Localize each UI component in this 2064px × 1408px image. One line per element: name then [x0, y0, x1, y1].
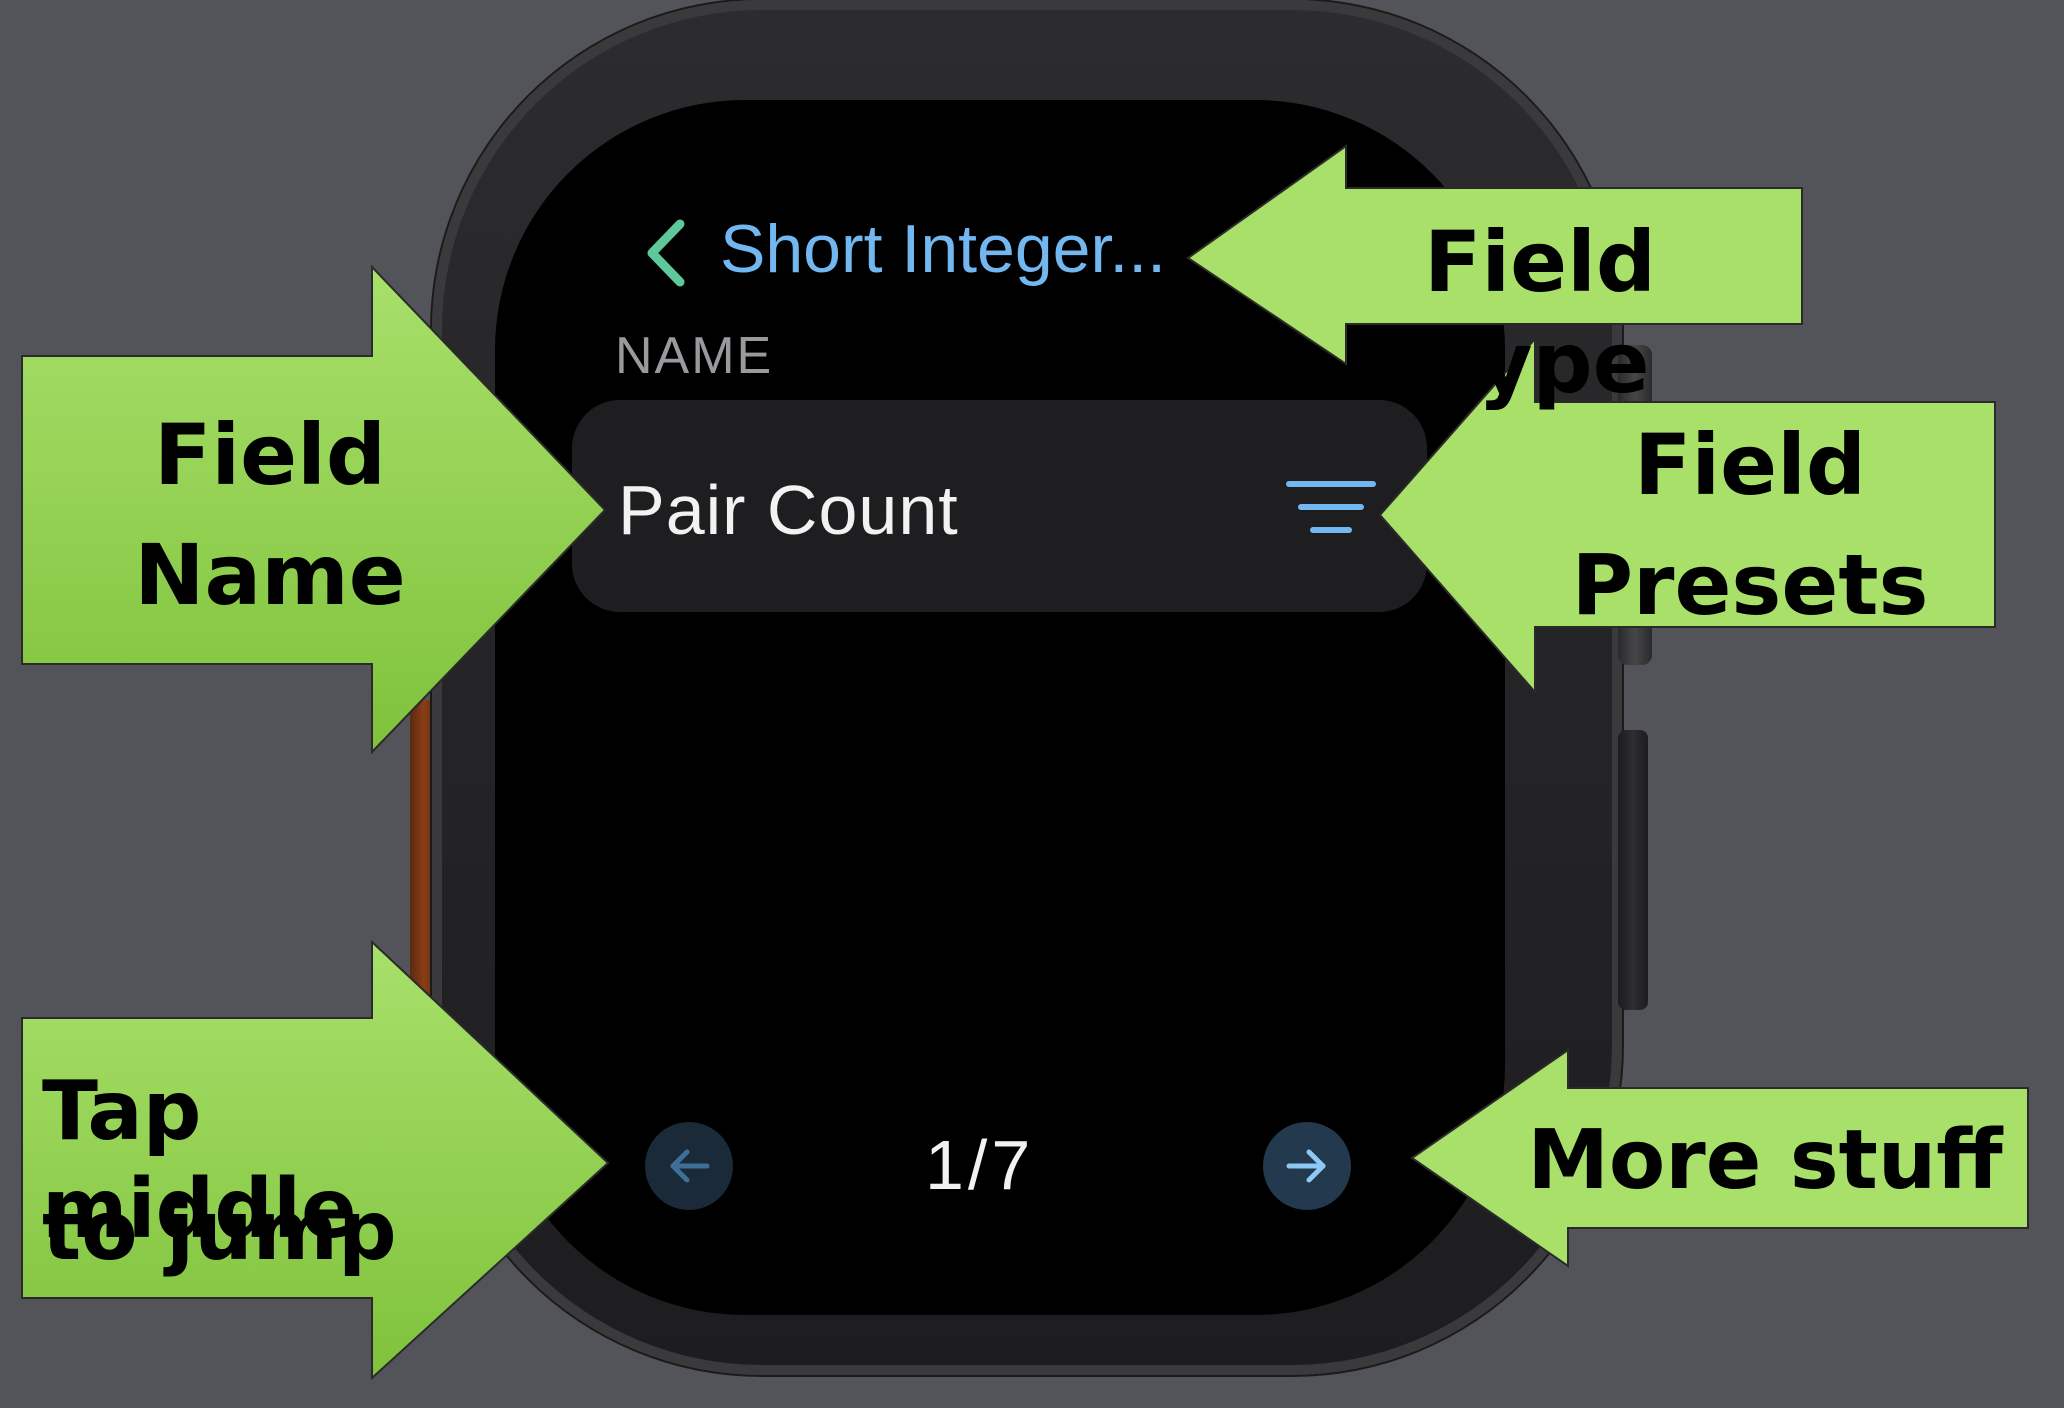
callout-field-presets-line2: Presets — [1571, 536, 1929, 634]
callout-jump-line2: to jump — [42, 1184, 397, 1279]
field-name-arrow — [21, 264, 607, 755]
callout-field-name-line2: Name — [134, 526, 406, 624]
callout-more-stuff: More stuff — [1527, 1113, 2003, 1208]
callout-field-presets-line1: Field — [1633, 416, 1867, 514]
callout-field-name-line1: Field — [153, 406, 387, 504]
callout-field-type: Field Type — [1423, 213, 1657, 412]
